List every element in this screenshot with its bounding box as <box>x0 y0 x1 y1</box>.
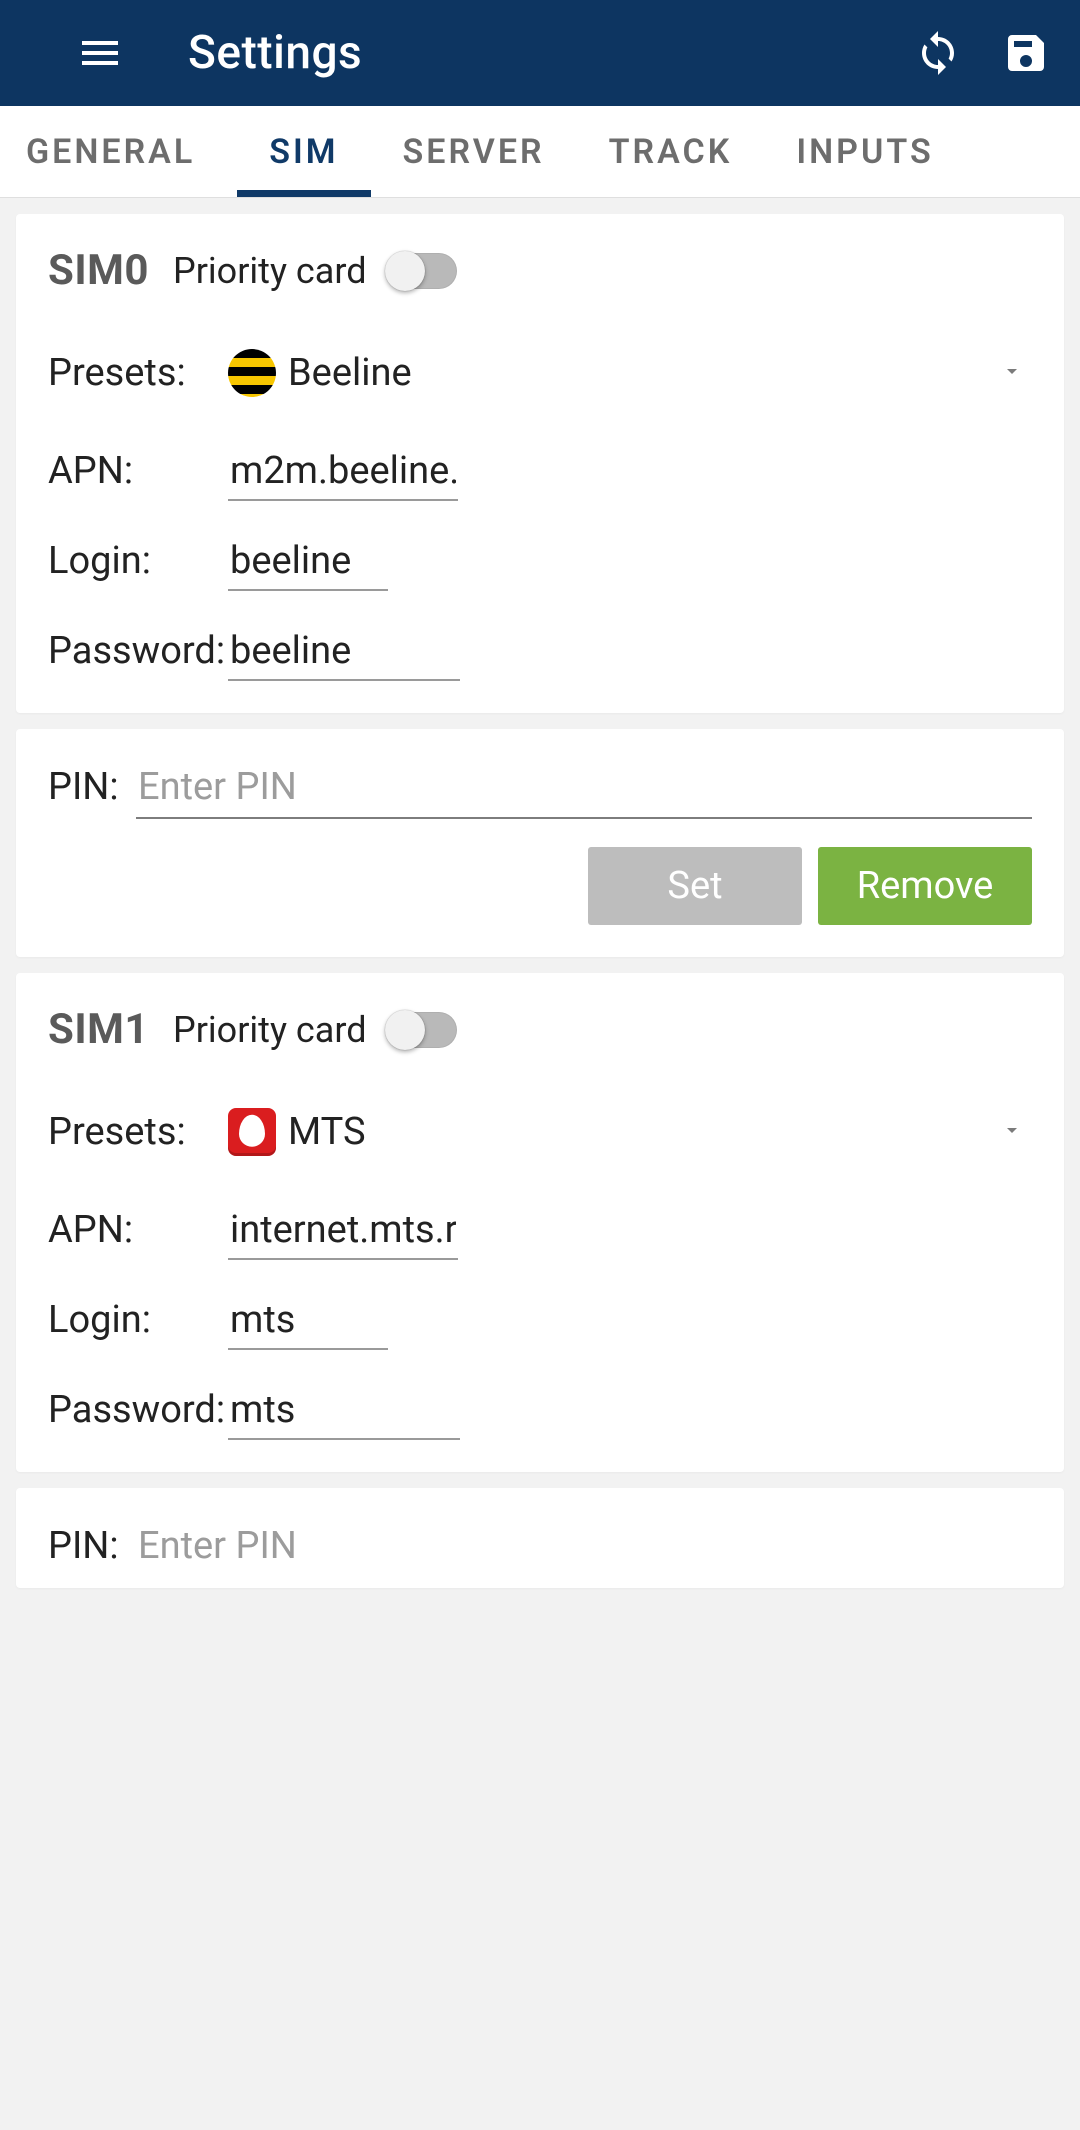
save-icon[interactable] <box>1002 29 1050 77</box>
page-title: Settings <box>188 26 362 80</box>
sim0-password-input[interactable] <box>228 625 460 681</box>
sim0-apn-input[interactable] <box>228 445 458 501</box>
tab-inputs[interactable]: INPUTS <box>764 106 965 197</box>
mts-logo-icon <box>228 1108 276 1156</box>
sim0-login-input[interactable] <box>228 535 388 591</box>
sim1-apn-input[interactable] <box>228 1204 458 1260</box>
password-label: Password: <box>48 1388 228 1432</box>
presets-label: Presets: <box>48 1110 228 1154</box>
sim1-priority-toggle[interactable] <box>387 1012 457 1048</box>
remove-button[interactable]: Remove <box>818 847 1032 925</box>
tab-strip: GENERAL SIM SERVER TRACK INPUTS <box>0 106 1080 198</box>
pin-label: PIN: <box>48 1524 136 1568</box>
pin-label: PIN: <box>48 765 136 809</box>
chevron-down-icon <box>1000 1118 1024 1146</box>
sim0-preset-name: Beeline <box>288 351 412 395</box>
sim1-pin-card: PIN: <box>16 1488 1064 1588</box>
tab-sim[interactable]: SIM <box>237 106 370 197</box>
sim1-preset-dropdown[interactable]: Presets: MTS <box>48 1108 1032 1156</box>
priority-label: Priority card <box>173 1009 366 1051</box>
sim0-pin-input[interactable] <box>136 761 1032 819</box>
beeline-logo-icon <box>228 349 276 397</box>
login-label: Login: <box>48 539 228 583</box>
sim1-card: SIM1 Priority card Presets: MTS APN: Log… <box>16 973 1064 1472</box>
chevron-down-icon <box>1000 359 1024 387</box>
login-label: Login: <box>48 1298 228 1342</box>
tab-general[interactable]: GENERAL <box>0 106 237 197</box>
hamburger-menu-icon[interactable] <box>76 29 124 77</box>
presets-label: Presets: <box>48 351 228 395</box>
sim0-pin-card: PIN: Set Remove <box>16 729 1064 957</box>
app-bar: Settings <box>0 0 1080 106</box>
sim0-card: SIM0 Priority card Presets: Beeline APN:… <box>16 214 1064 713</box>
sync-icon[interactable] <box>914 29 962 77</box>
sim0-preset-dropdown[interactable]: Presets: Beeline <box>48 349 1032 397</box>
sim1-title: SIM1 <box>48 1005 149 1054</box>
apn-label: APN: <box>48 1208 228 1252</box>
tab-track[interactable]: TRACK <box>577 106 765 197</box>
sim1-password-input[interactable] <box>228 1384 460 1440</box>
apn-label: APN: <box>48 449 228 493</box>
password-label: Password: <box>48 629 228 673</box>
sim1-pin-input[interactable] <box>136 1520 1032 1576</box>
tab-server[interactable]: SERVER <box>371 106 577 197</box>
sim0-priority-toggle[interactable] <box>387 253 457 289</box>
sim1-login-input[interactable] <box>228 1294 388 1350</box>
priority-label: Priority card <box>173 250 366 292</box>
sim0-title: SIM0 <box>48 246 149 295</box>
set-button[interactable]: Set <box>588 847 802 925</box>
sim1-preset-name: MTS <box>288 1110 366 1154</box>
